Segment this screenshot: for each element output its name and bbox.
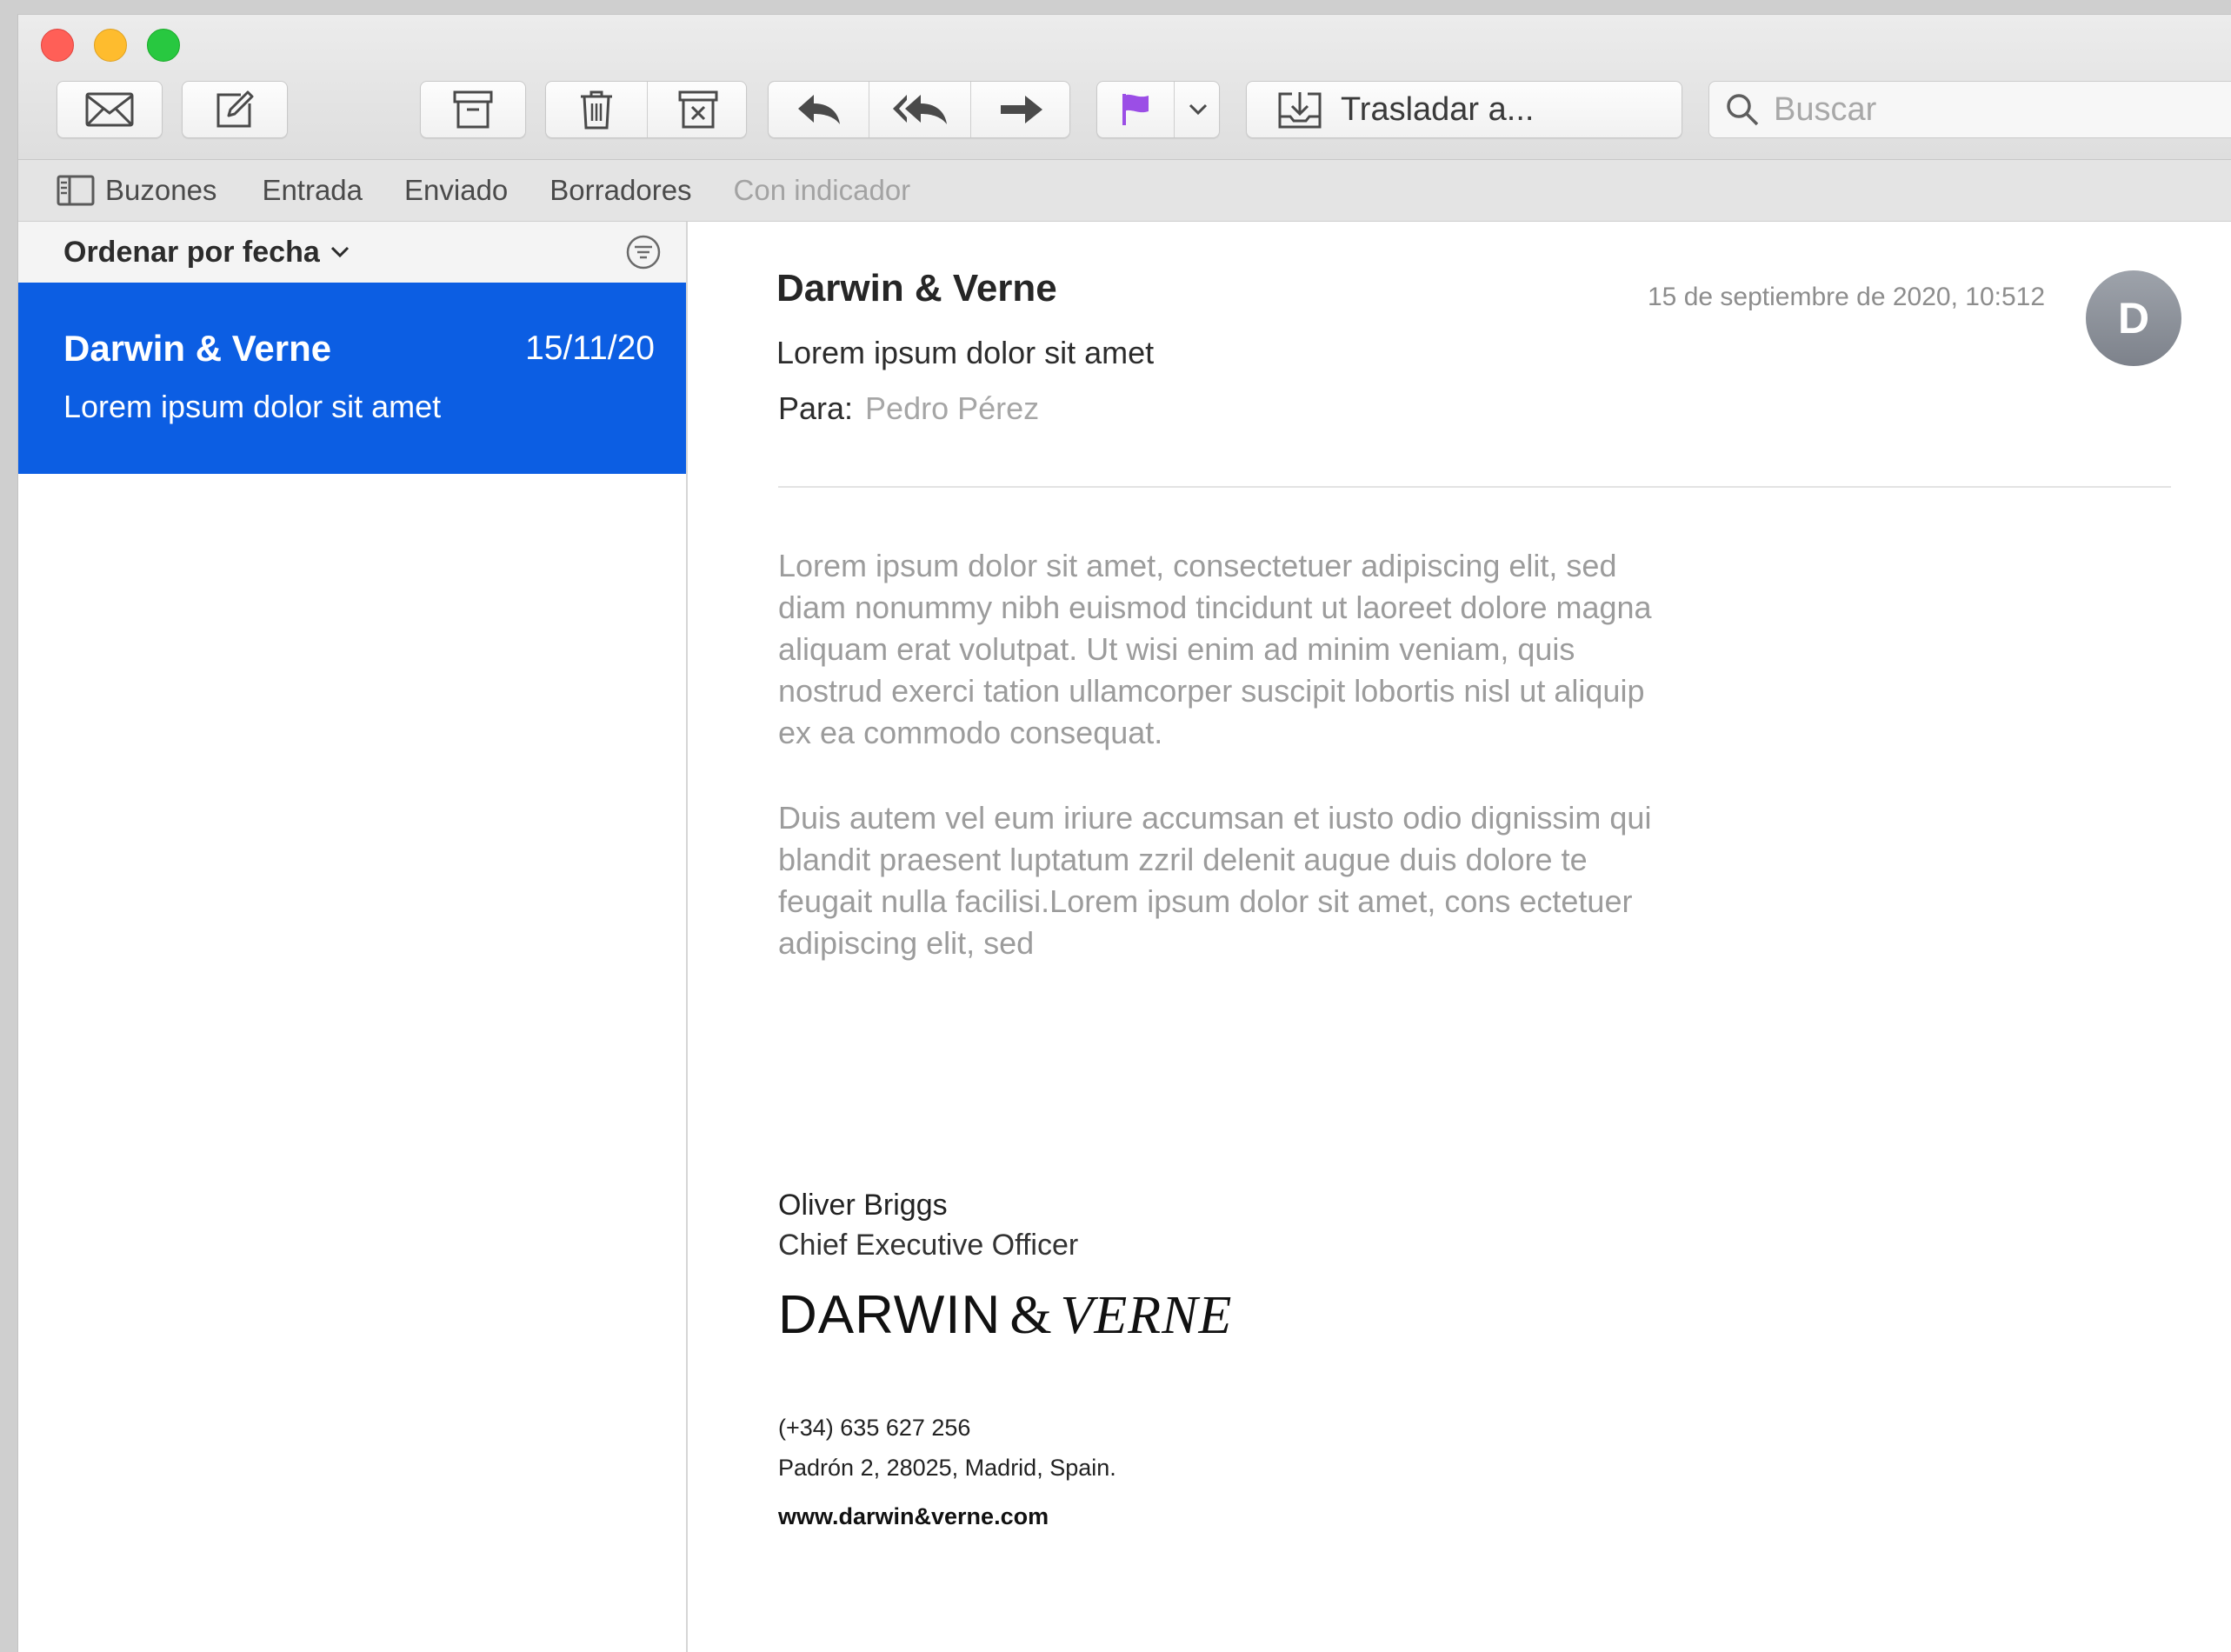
favorites-bar: Buzones Entrada Enviado Borradores Con i… <box>18 160 2231 222</box>
favorites-item-mailboxes[interactable]: Buzones <box>57 174 216 207</box>
reply-group <box>768 81 1070 138</box>
sort-by-date-button[interactable]: Ordenar por fecha <box>63 236 320 270</box>
message-sender: Darwin & Verne <box>63 328 332 369</box>
flag-button[interactable] <box>1097 82 1174 137</box>
search-input[interactable]: Buscar <box>1774 91 1876 129</box>
sidebar-toggle-icon <box>57 175 95 206</box>
favorites-item-drafts[interactable]: Borradores <box>549 174 691 207</box>
chevron-down-icon[interactable] <box>330 246 350 258</box>
reply-icon <box>797 95 840 124</box>
message-date: 15/11/20 <box>525 330 655 367</box>
zoom-window-button[interactable] <box>147 29 180 62</box>
flag-group <box>1096 81 1220 138</box>
signature-phone: (+34) 635 627 256 <box>778 1415 971 1441</box>
junk-button[interactable] <box>648 82 748 137</box>
reply-all-button[interactable] <box>869 82 970 137</box>
chevron-down-icon <box>1189 103 1207 116</box>
logo-text-darwin: DARWIN <box>778 1285 1002 1345</box>
get-mail-button[interactable] <box>57 81 163 138</box>
archive-button[interactable] <box>420 81 526 138</box>
header-divider <box>778 486 2171 488</box>
junk-icon <box>678 90 717 129</box>
sort-bar: Ordenar por fecha <box>18 222 686 283</box>
move-to-button[interactable]: Trasladar a... <box>1246 81 1682 138</box>
mail-window: Trasladar a... Buscar Buzones Entrada En… <box>17 14 2231 1652</box>
logo-ampersand: & <box>1009 1286 1052 1345</box>
favorites-item-label: Buzones <box>105 174 217 206</box>
message-viewer: Darwin & Verne 15 de septiembre de 2020,… <box>688 222 2231 1652</box>
close-window-button[interactable] <box>41 29 74 62</box>
message-body-paragraph: Duis autem vel eum iriure accumsan et iu… <box>778 800 1652 961</box>
forward-arrow-icon <box>1000 96 1042 123</box>
favorites-item-flagged[interactable]: Con indicador <box>734 174 911 207</box>
message-list-item[interactable]: Darwin & Verne 15/11/20 Lorem ipsum dolo… <box>18 283 686 474</box>
message-header-subject: Lorem ipsum dolor sit amet <box>776 335 1155 370</box>
recipient-name[interactable]: Pedro Pérez <box>865 390 1039 426</box>
reply-all-icon <box>893 95 947 124</box>
forward-button[interactable] <box>971 82 1071 137</box>
move-to-icon <box>1278 92 1322 129</box>
compose-button[interactable] <box>182 81 288 138</box>
favorites-item-sent[interactable]: Enviado <box>404 174 508 207</box>
reply-button[interactable] <box>769 82 869 137</box>
signature-website-link[interactable]: www.darwin&verne.com <box>778 1503 1049 1530</box>
move-to-label: Trasladar a... <box>1341 90 1535 128</box>
message-header-sender: Darwin & Verne <box>776 267 1057 310</box>
signature-name: Oliver Briggs <box>778 1189 948 1222</box>
logo-text-verne: VERNE <box>1060 1286 1233 1345</box>
signature-address: Padrón 2, 28025, Madrid, Spain. <box>778 1455 1116 1481</box>
message-body-paragraph: Lorem ipsum dolor sit amet, consectetuer… <box>778 548 1652 750</box>
delete-button[interactable] <box>546 82 647 137</box>
message-header-date: 15 de septiembre de 2020, 10:512 <box>1648 283 2046 311</box>
minimize-window-button[interactable] <box>94 29 127 62</box>
search-field[interactable]: Buscar <box>1708 81 2231 138</box>
signature-title: Chief Executive Officer <box>778 1229 1079 1262</box>
toolbar: Trasladar a... Buscar <box>18 15 2231 160</box>
search-icon <box>1727 94 1759 126</box>
favorites-item-inbox[interactable]: Entrada <box>262 174 363 207</box>
delete-junk-group <box>545 81 747 138</box>
envelope-icon <box>85 92 134 127</box>
archive-icon <box>453 90 493 129</box>
message-list-pane: Ordenar por fecha Darwin & Verne 15/11/2… <box>18 222 688 1652</box>
filter-icon[interactable] <box>625 234 662 270</box>
flag-menu-button[interactable] <box>1175 82 1221 137</box>
message-subject: Lorem ipsum dolor sit amet <box>63 389 442 424</box>
flag-icon <box>1122 94 1149 125</box>
avatar: D <box>2086 270 2181 366</box>
to-label: Para: <box>778 390 854 426</box>
company-logo: DARWIN & VERNE <box>778 1284 1232 1347</box>
compose-icon <box>216 90 254 128</box>
recipient-line: Para: Pedro Pérez <box>778 390 1039 427</box>
trash-icon <box>581 90 612 130</box>
